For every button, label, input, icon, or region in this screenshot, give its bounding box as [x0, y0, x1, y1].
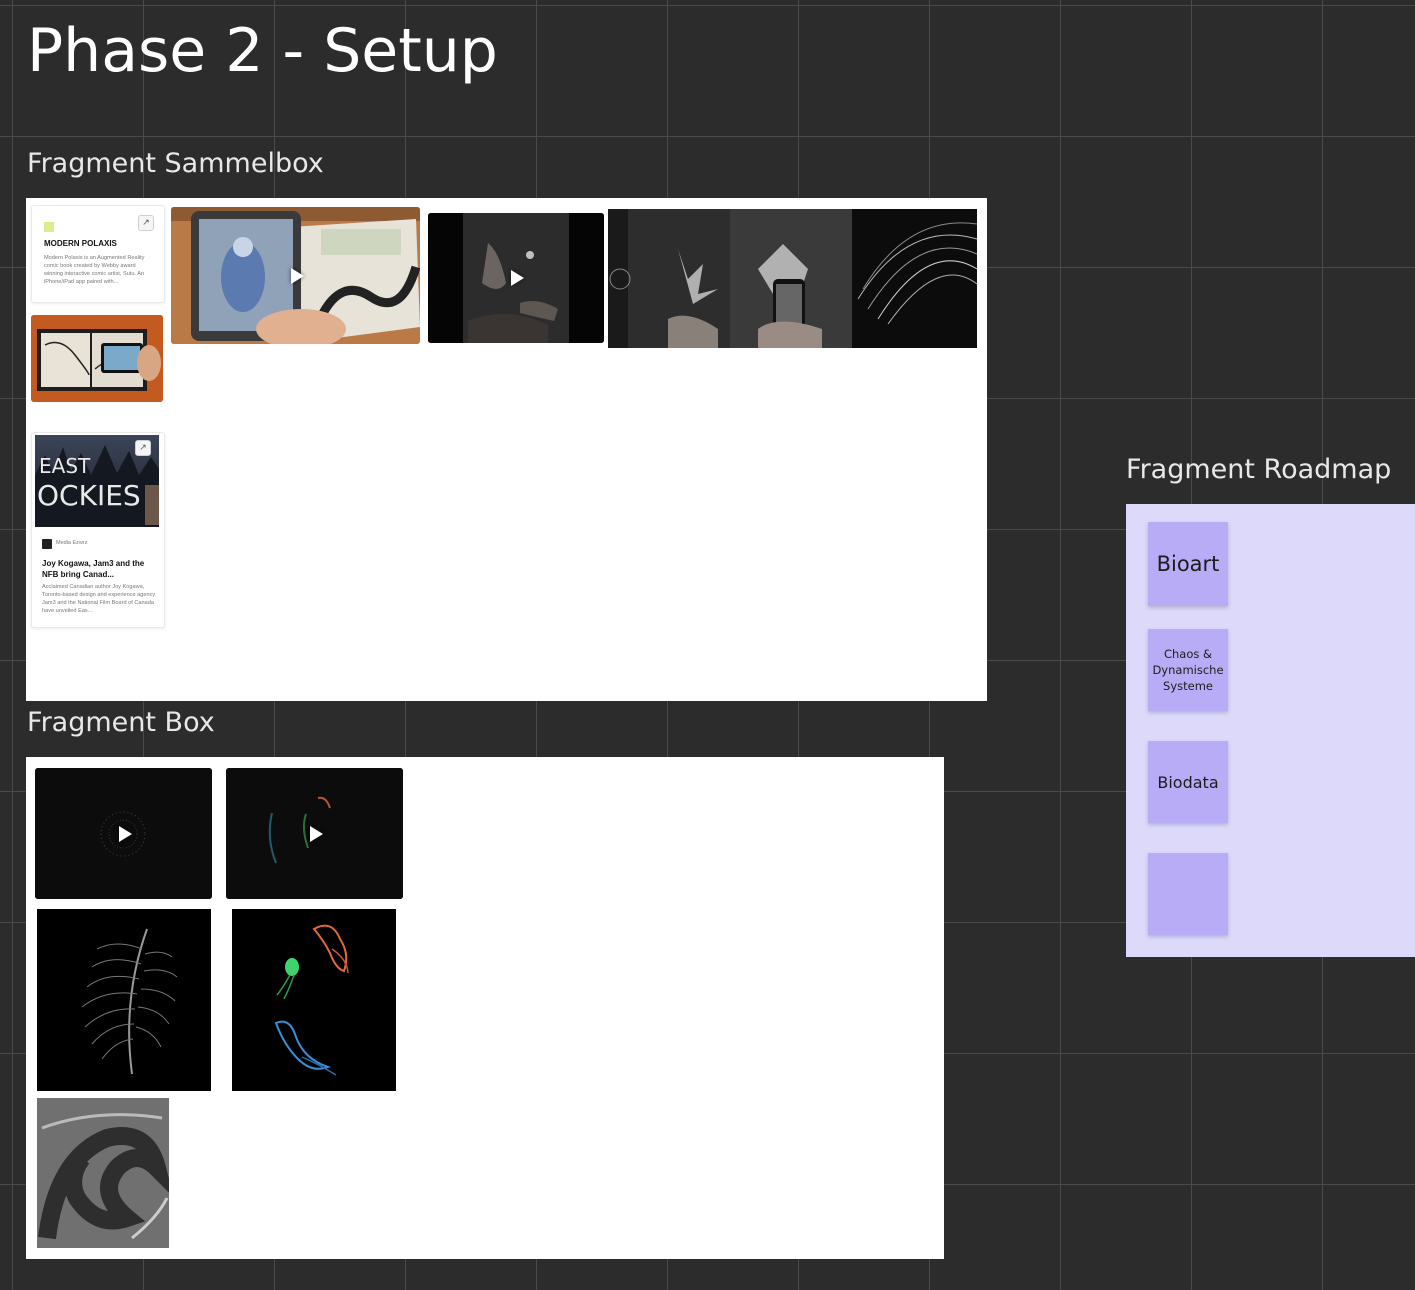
- play-icon[interactable]: [309, 825, 323, 842]
- board-title: Phase 2 - Setup: [27, 16, 498, 86]
- image-comic-phone[interactable]: [31, 315, 163, 402]
- video-particle-jellyfish[interactable]: [226, 768, 403, 899]
- sammelbox-title[interactable]: Fragment Sammelbox: [27, 148, 324, 179]
- box-title[interactable]: Fragment Box: [27, 707, 215, 738]
- sticky-note-chaos[interactable]: Chaos & Dynamische Systeme: [1148, 629, 1228, 711]
- video-ar-comic[interactable]: [171, 207, 420, 344]
- video-hands-table[interactable]: [428, 213, 604, 343]
- play-icon[interactable]: [290, 267, 304, 284]
- video-particle-sphere[interactable]: [35, 768, 212, 899]
- roadmap-frame[interactable]: Bioart Chaos & Dynamische Systeme Biodat…: [1126, 504, 1415, 957]
- external-link-icon[interactable]: ↗: [138, 215, 154, 231]
- favicon: [44, 222, 54, 232]
- link-card-title: Joy Kogawa, Jam3 and the NFB bring Canad…: [42, 559, 145, 579]
- sticky-note-biodata[interactable]: Biodata: [1148, 741, 1228, 823]
- sticky-note-empty[interactable]: [1148, 853, 1228, 935]
- link-card-description: Modern Polaxis is an Augmented Reality c…: [44, 255, 145, 285]
- source-icon: [42, 539, 52, 549]
- image-generative-book[interactable]: [608, 209, 977, 348]
- image-neon-jellyfish[interactable]: [232, 909, 396, 1091]
- box-frame[interactable]: [26, 757, 944, 1259]
- link-card-modern-polaxis[interactable]: ↗ MODERN POLAXIS Modern Polaxis is an Au…: [31, 205, 165, 303]
- svg-text:OCKIES: OCKIES: [37, 479, 141, 512]
- image-particle-fern[interactable]: [37, 909, 211, 1091]
- link-card-title: MODERN POLAXIS: [44, 239, 117, 248]
- sticky-note-bioart[interactable]: Bioart: [1148, 522, 1228, 606]
- external-link-icon[interactable]: ↗: [135, 440, 151, 456]
- play-icon[interactable]: [118, 825, 132, 842]
- svg-text:EAST: EAST: [39, 454, 91, 478]
- roadmap-title[interactable]: Fragment Roadmap: [1126, 454, 1391, 485]
- link-card-source: Media Ezwrz: [56, 540, 88, 546]
- sammelbox-frame[interactable]: ↗ MODERN POLAXIS Modern Polaxis is an Au…: [26, 198, 987, 701]
- link-card-description: Acclaimed Canadian author Joy Kogawa, To…: [42, 584, 156, 614]
- image-fractal-swirl[interactable]: [37, 1098, 174, 1248]
- link-card-east-of-the-rockies[interactable]: EAST OCKIES ↗ Media Ezwrz Joy Kogawa, Ja…: [31, 432, 165, 628]
- play-icon[interactable]: [511, 270, 524, 286]
